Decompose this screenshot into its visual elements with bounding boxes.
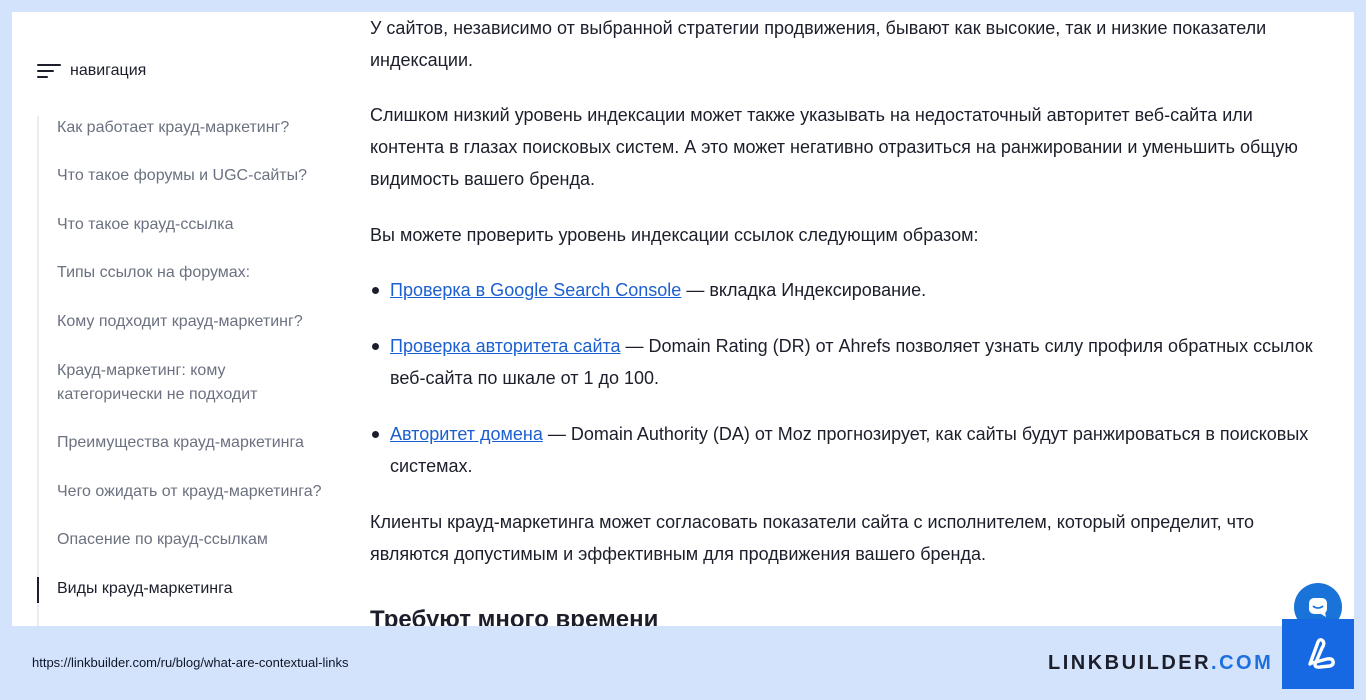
linkbuilder-logo-icon — [1308, 638, 1335, 669]
toc-item[interactable]: Что такое крауд-ссылка — [57, 213, 357, 237]
navigation-header[interactable]: навигация — [37, 62, 146, 80]
brand-wordmark: LINKBUILDER.COM — [1048, 652, 1273, 675]
toc-item-active[interactable]: Виды крауд-маркетинга — [37, 577, 357, 603]
toc-item[interactable]: Как работает крауд-маркетинг? — [57, 116, 357, 140]
gsc-link[interactable]: Проверка в Google Search Console — [390, 280, 681, 300]
browser-viewport: навигация Как работает крауд-маркетинг? … — [12, 12, 1354, 626]
toc-item[interactable]: Преимущества крауд-маркетинга — [57, 431, 357, 455]
toc-item[interactable]: Крауд-маркетинг: кому категорически не п… — [57, 359, 297, 407]
check-methods-list: Проверка авторитета сайта — Domain Ratin… — [370, 330, 1320, 394]
list-item: Проверка в Google Search Console — вклад… — [370, 274, 1320, 306]
toc-item[interactable]: Опасение по крауд-ссылкам — [57, 528, 357, 552]
section-heading: Требуют много времени — [370, 606, 659, 626]
toc-item[interactable]: Что такое форумы и UGC-сайты? — [57, 164, 357, 188]
list-item-text: — вкладка Индексирование. — [681, 280, 927, 300]
source-url: https://linkbuilder.com/ru/blog/what-are… — [32, 655, 349, 670]
site-authority-link[interactable]: Проверка авторитета сайта — [390, 336, 621, 356]
list-item: Проверка авторитета сайта — Domain Ratin… — [370, 330, 1320, 394]
toc-item[interactable]: Кому подходит крауд-маркетинг? — [57, 310, 357, 334]
table-of-contents: Как работает крауд-маркетинг? Что такое … — [37, 116, 362, 626]
brand-tld: .COM — [1211, 652, 1274, 674]
chat-icon — [1309, 598, 1327, 617]
toc-item[interactable]: Чего ожидать от крауд-маркетинга? — [57, 480, 357, 504]
menu-icon[interactable] — [37, 63, 61, 79]
article-paragraph: У сайтов, независимо от выбранной страте… — [370, 18, 1267, 70]
article-paragraph: Слишком низкий уровень индексации может … — [370, 105, 1298, 189]
linkbuilder-logo — [1282, 619, 1354, 689]
check-methods-list: Авторитет домена — Domain Authority (DA)… — [370, 418, 1320, 482]
list-item: Авторитет домена — Domain Authority (DA)… — [370, 418, 1320, 482]
article-paragraph: Вы можете проверить уровень индексации с… — [370, 225, 979, 245]
brand-name: LINKBUILDER — [1048, 652, 1212, 674]
check-methods-list: Проверка в Google Search Console — вклад… — [370, 274, 1320, 306]
domain-authority-link[interactable]: Авторитет домена — [390, 424, 543, 444]
toc-item[interactable]: Типы ссылок на форумах: — [57, 261, 357, 285]
article-paragraph: Клиенты крауд-маркетинга может согласова… — [370, 512, 1255, 564]
navigation-title: навигация — [70, 62, 147, 79]
